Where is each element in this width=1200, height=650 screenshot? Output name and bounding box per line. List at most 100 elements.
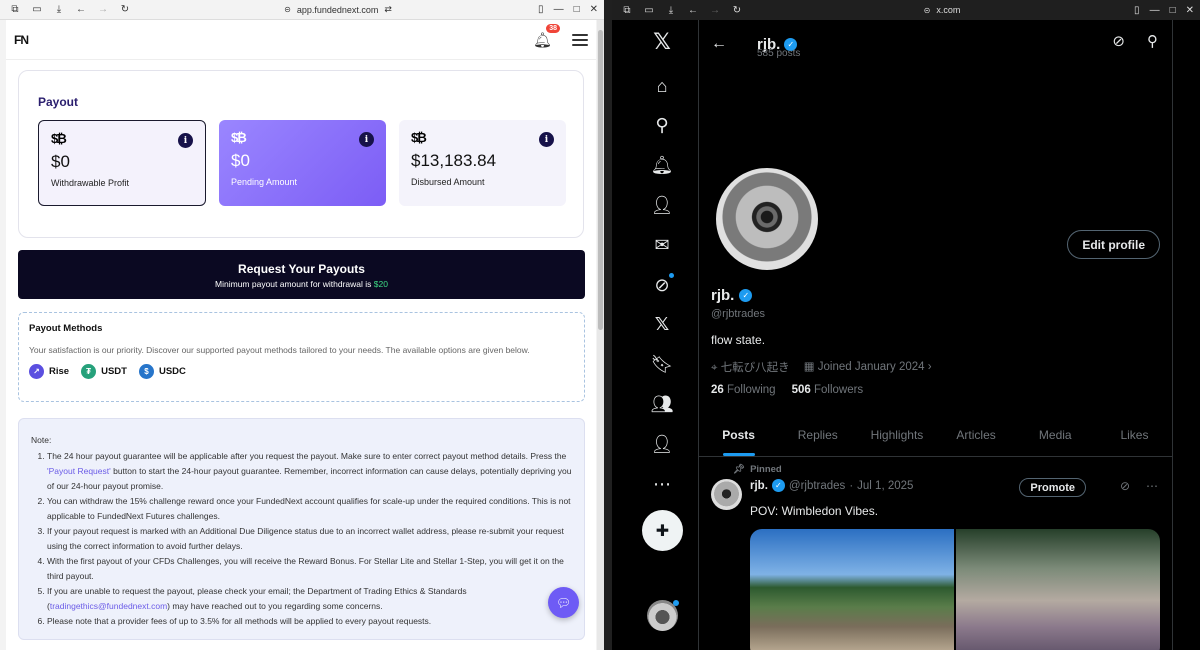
post-avatar[interactable] xyxy=(711,479,742,510)
more-options-icon[interactable]: ⋯ xyxy=(1146,479,1158,493)
back-arrow-icon[interactable]: ← xyxy=(711,35,741,53)
fundednext-page: FN 🔔︎ 38 Payout $₿ i $0 Withdrawable Pro… xyxy=(6,20,596,650)
grok-icon[interactable]: ⊘ xyxy=(1112,32,1125,50)
close-icon[interactable]: ✕ xyxy=(1186,5,1194,16)
refresh-icon[interactable]: ↻ xyxy=(116,2,134,18)
followers-count: 506 xyxy=(791,384,811,396)
pending-amount-card: $₿ i $0 Pending Amount xyxy=(219,120,386,206)
info-icon[interactable]: i xyxy=(359,132,374,147)
account-avatar[interactable] xyxy=(647,600,679,631)
workspaces-icon[interactable]: ⧉ xyxy=(618,2,636,18)
bookmarks-icon[interactable]: 🔖︎ xyxy=(642,350,682,378)
window-divider[interactable] xyxy=(604,0,612,650)
grok-dot xyxy=(669,273,674,278)
following-label: Following xyxy=(727,384,776,396)
post-author-handle[interactable]: @rjbtrades xyxy=(789,480,845,492)
tab-posts[interactable]: Posts xyxy=(699,415,778,456)
download-icon[interactable]: ⤓ xyxy=(662,2,680,18)
forward-icon[interactable]: → xyxy=(94,2,112,18)
post-author-name[interactable]: rjb. xyxy=(750,480,768,492)
site-info-icon[interactable]: ⊝ xyxy=(284,5,291,14)
forward-icon[interactable]: → xyxy=(706,2,724,18)
withdrawable-label: Withdrawable Profit xyxy=(51,178,130,188)
notification-bell-icon[interactable]: 🔔︎ 38 xyxy=(533,23,560,49)
tab-articles[interactable]: Articles xyxy=(937,415,1016,456)
search-icon[interactable]: ⚲ xyxy=(1147,32,1158,50)
location-text: 七転び八起き xyxy=(720,362,790,374)
trading-ethics-email-link[interactable]: tradingethics@fundednext.com xyxy=(50,601,167,611)
post-header: rjb. ✓ @rjbtrades · Jul 1, 2025 xyxy=(750,479,913,492)
home-icon[interactable]: ⌂ xyxy=(642,72,682,100)
back-icon[interactable]: ← xyxy=(72,2,90,18)
maximize-icon[interactable]: □ xyxy=(1170,5,1176,16)
address-bar[interactable]: ⊝ x.com xyxy=(750,5,1134,15)
coins-icon: $₿ xyxy=(231,130,247,145)
post-image-1[interactable] xyxy=(750,529,954,650)
disbursed-label: Disbursed Amount xyxy=(411,177,485,187)
note-text: ) may have reached out to you regarding … xyxy=(167,601,383,611)
fn-logo[interactable]: FN xyxy=(14,33,29,47)
joined-item[interactable]: ▦ Joined January 2024 › xyxy=(804,359,932,375)
post-date[interactable]: Jul 1, 2025 xyxy=(857,480,913,492)
tab-highlights[interactable]: Highlights xyxy=(857,415,936,456)
back-icon[interactable]: ← xyxy=(684,2,702,18)
payout-note: Note: The 24 hour payout guarantee will … xyxy=(18,418,585,640)
minimize-icon[interactable]: — xyxy=(554,4,564,15)
follow-icon[interactable]: 👤︎ xyxy=(642,191,682,219)
minimize-icon[interactable]: — xyxy=(1150,5,1160,16)
url-text: x.com xyxy=(936,5,961,15)
download-icon[interactable]: ⤓ xyxy=(50,2,68,18)
sidebar-icon[interactable]: ▭ xyxy=(640,2,658,18)
fn-scrollbar[interactable] xyxy=(597,20,604,650)
workspaces-icon[interactable]: ⧉ xyxy=(6,2,24,18)
feather-plus-icon: ✚ xyxy=(655,522,670,540)
refresh-icon[interactable]: ↻ xyxy=(728,2,746,18)
x-logo-icon[interactable]: 𝕏 xyxy=(642,28,682,56)
followers-link[interactable]: 506 Followers xyxy=(792,384,864,396)
window-controls: ▯ — □ ✕ xyxy=(538,4,598,15)
address-bar[interactable]: ⊝ app.fundednext.com ⇄ xyxy=(138,4,538,15)
post-image-2[interactable] xyxy=(956,529,1160,650)
messages-icon[interactable]: ✉ xyxy=(642,231,682,259)
left-browser-window: ⧉ ▭ ⤓ ← → ↻ ⊝ app.fundednext.com ⇄ ▯ — □… xyxy=(0,0,604,650)
tune-icon[interactable]: ⇄ xyxy=(384,4,392,15)
pinned-post[interactable]: 📌︎ Pinned rjb. ✓ @rjbtrades · Jul 1, 2025… xyxy=(699,457,1172,650)
maximize-icon[interactable]: □ xyxy=(574,4,580,15)
grok-icon[interactable]: ⊘ xyxy=(1120,479,1130,493)
edit-profile-button[interactable]: Edit profile xyxy=(1067,230,1160,259)
profile-handle: @rjbtrades xyxy=(711,308,765,320)
calendar-icon: ▦ xyxy=(803,361,815,373)
notification-badge: 38 xyxy=(546,23,560,33)
info-icon[interactable]: i xyxy=(178,133,193,148)
more-icon[interactable]: ⋯ xyxy=(642,470,682,498)
sidebar-icon[interactable]: ▭ xyxy=(28,2,46,18)
payout-request-link[interactable]: 'Payout Request' xyxy=(47,466,111,476)
profile-avatar[interactable] xyxy=(713,165,821,273)
tab-media[interactable]: Media xyxy=(1016,415,1095,456)
site-info-icon[interactable]: ⊝ xyxy=(924,6,931,15)
notifications-icon[interactable]: 🔔︎ xyxy=(642,151,682,179)
request-payouts-button[interactable]: Request Your Payouts Minimum payout amou… xyxy=(18,250,585,299)
following-link[interactable]: 26 Following xyxy=(711,384,776,396)
post-text: POV: Wimbledon Vibes. xyxy=(750,504,879,518)
close-icon[interactable]: ✕ xyxy=(590,4,598,15)
explore-search-icon[interactable]: ⚲ xyxy=(642,111,682,139)
premium-x-icon[interactable]: 𝕏 xyxy=(642,310,682,338)
tab-replies[interactable]: Replies xyxy=(778,415,857,456)
communities-icon[interactable]: 👥︎ xyxy=(642,390,682,418)
split-view-icon[interactable]: ▯ xyxy=(1134,5,1140,16)
menu-icon[interactable] xyxy=(572,33,588,46)
split-view-icon[interactable]: ▯ xyxy=(538,4,544,15)
fn-scrollbar-thumb[interactable] xyxy=(598,30,603,330)
chat-support-button[interactable]: 💬︎ xyxy=(548,587,579,618)
compose-post-button[interactable]: ✚ xyxy=(642,510,683,551)
method-usdc: $ USDC xyxy=(138,364,186,379)
verified-badge-icon: ✓ xyxy=(771,479,785,492)
verified-badge-icon[interactable]: ✓ xyxy=(739,289,753,302)
info-icon[interactable]: i xyxy=(539,132,554,147)
profile-icon[interactable]: 👤︎ xyxy=(642,430,682,458)
promote-button[interactable]: Promote xyxy=(1019,478,1086,497)
method-usdc-label: USDC xyxy=(158,366,186,377)
grok-icon[interactable]: ⊘ xyxy=(642,271,682,299)
tab-likes[interactable]: Likes xyxy=(1095,415,1172,456)
